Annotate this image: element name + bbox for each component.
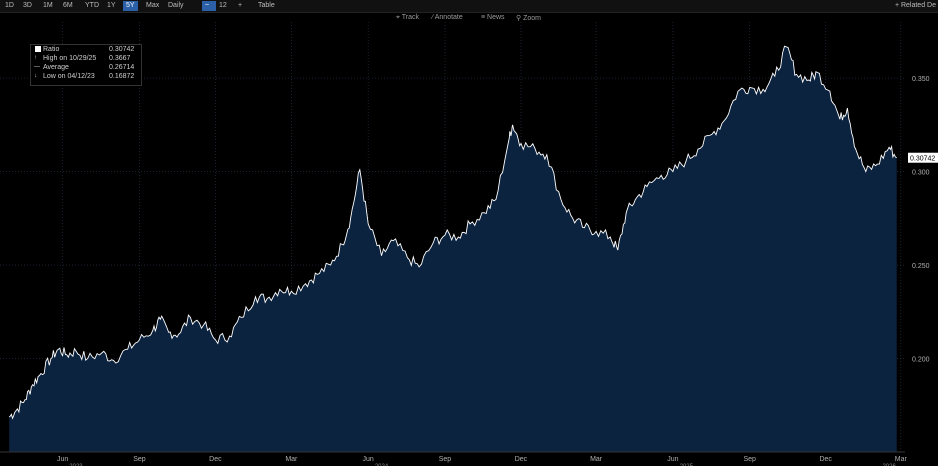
ratio-area bbox=[9, 46, 897, 452]
x-tick-label: Dec bbox=[819, 456, 832, 463]
high-marker-icon: ↑ bbox=[34, 55, 37, 61]
frequency-select[interactable]: Daily bbox=[165, 1, 187, 11]
chart-legend: Ratio 0.30742 ↑ High on 10/29/25 0.3667 … bbox=[30, 44, 142, 86]
x-tick-label: Jun bbox=[57, 456, 68, 463]
x-tick-label: Sep bbox=[743, 456, 756, 463]
compare-select[interactable]: 12 bbox=[216, 1, 230, 11]
legend-average-row: — Average 0.26714 bbox=[31, 63, 141, 72]
legend-series-row: Ratio 0.30742 bbox=[31, 45, 141, 54]
legend-low-row: ↓ Low on 04/12/23 0.16872 bbox=[31, 72, 141, 81]
legend-series-value: 0.30742 bbox=[109, 46, 135, 53]
table-button[interactable]: Table bbox=[255, 1, 278, 11]
range-ytd-button[interactable]: YTD bbox=[82, 1, 102, 11]
range-6m-button[interactable]: 6M bbox=[60, 1, 76, 11]
range-5y-button[interactable]: 5Y bbox=[123, 1, 138, 11]
legend-high-row: ↑ High on 10/29/25 0.3667 bbox=[31, 54, 141, 63]
legend-series-label: Ratio bbox=[43, 46, 60, 53]
x-tick-label: Sep bbox=[133, 456, 146, 463]
range-1y-button[interactable]: 1Y bbox=[104, 1, 119, 11]
y-tick-label: 0.200 bbox=[912, 357, 930, 364]
related-data-button[interactable]: + Related De bbox=[895, 1, 936, 11]
y-tick-label: 0.350 bbox=[912, 76, 930, 83]
series-swatch bbox=[35, 46, 41, 52]
x-tick-label: Mar bbox=[895, 456, 908, 463]
x-tick-label: Dec bbox=[209, 456, 222, 463]
range-1d-button[interactable]: 1D bbox=[2, 1, 17, 11]
last-value-label: 0.30742 bbox=[910, 156, 935, 163]
x-tick-label: Sep bbox=[439, 456, 452, 463]
legend-average-value: 0.26714 bbox=[109, 64, 135, 71]
y-tick-label: 0.250 bbox=[912, 263, 930, 270]
low-marker-icon: ↓ bbox=[34, 73, 37, 79]
range-max-button[interactable]: Max bbox=[143, 1, 162, 11]
add-symbol-button[interactable]: + bbox=[235, 1, 245, 11]
x-tick-label: Mar bbox=[590, 456, 603, 463]
line-chart-icon[interactable]: ~ bbox=[202, 1, 216, 11]
legend-high-label: High on 10/29/25 bbox=[43, 55, 97, 62]
x-tick-label: Mar bbox=[285, 456, 298, 463]
average-marker-icon: — bbox=[34, 64, 40, 70]
legend-high-value: 0.3667 bbox=[109, 55, 131, 62]
x-tick-label: Jun bbox=[667, 456, 678, 463]
x-tick-label: Jun bbox=[363, 456, 374, 463]
x-tick-label: Dec bbox=[515, 456, 528, 463]
range-1m-button[interactable]: 1M bbox=[40, 1, 56, 11]
range-3d-button[interactable]: 3D bbox=[20, 1, 35, 11]
legend-low-label: Low on 04/12/23 bbox=[43, 73, 95, 80]
y-tick-label: 0.300 bbox=[912, 170, 930, 177]
legend-average-label: Average bbox=[43, 64, 69, 71]
legend-low-value: 0.16872 bbox=[109, 73, 135, 80]
last-value-marker: 0.30742 bbox=[908, 152, 938, 163]
